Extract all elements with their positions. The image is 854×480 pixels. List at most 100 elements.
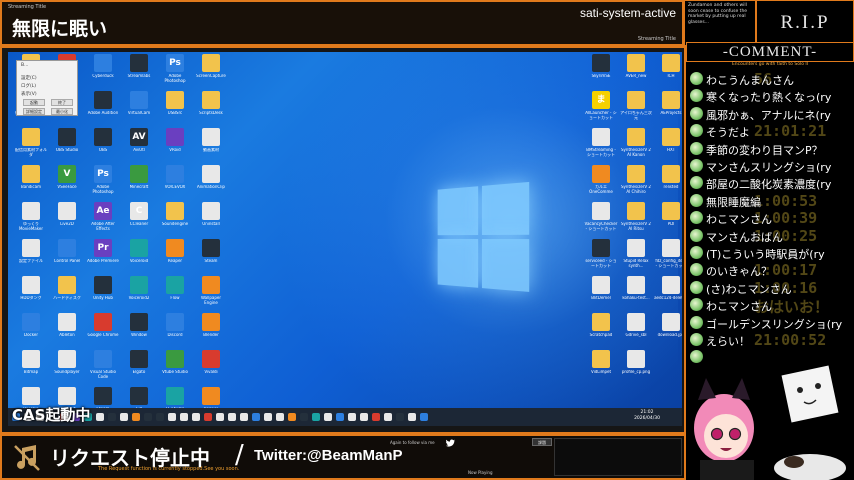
desktop-icon[interactable]: ハードディスク bbox=[50, 276, 84, 312]
desktop-icon[interactable]: アイロちゃん三次元 bbox=[619, 91, 653, 127]
desktop-icon[interactable]: Ableton bbox=[50, 313, 84, 349]
desktop-icon[interactable]: Blender bbox=[194, 313, 228, 349]
desktop-icon[interactable]: Ae Adobe After Effects bbox=[86, 202, 120, 238]
desktop-icon[interactable]: Visual Studio Code bbox=[86, 350, 120, 386]
desktop-icon[interactable]: Minecraft bbox=[122, 165, 156, 201]
desktop-icon[interactable]: ScreenCapture bbox=[194, 54, 228, 90]
dialog-row-1[interactable]: 設定(C) bbox=[21, 75, 37, 81]
taskbar-app-icon[interactable] bbox=[156, 413, 164, 421]
desktop-icon[interactable]: Adobe Audition bbox=[86, 91, 120, 127]
desktop-icon[interactable]: SynthesizerV 2 AI Kanon bbox=[619, 128, 653, 164]
desktop-icon[interactable]: AVER_new bbox=[619, 54, 653, 90]
desktop-icon[interactable]: Pr Adobe Premiere bbox=[86, 239, 120, 275]
desktop-icon[interactable]: HDDタンク bbox=[14, 276, 48, 312]
taskbar-app-icon[interactable] bbox=[240, 413, 248, 421]
desktop-icon[interactable]: fdz_config_item - ショートカット bbox=[654, 239, 682, 275]
desktop-icon[interactable]: BMStreaming - ショートカット bbox=[584, 128, 618, 164]
taskbar-app-icon[interactable] bbox=[336, 413, 344, 421]
desktop-icon[interactable]: VRoid bbox=[158, 128, 192, 164]
taskbar-app-icon[interactable] bbox=[420, 413, 428, 421]
desktop-icon[interactable]: C CCleaner bbox=[122, 202, 156, 238]
desktop-icon[interactable]: Window bbox=[122, 313, 156, 349]
taskbar-app-icon[interactable] bbox=[264, 413, 272, 421]
taskbar-app-icon[interactable] bbox=[168, 413, 176, 421]
desktop-icon[interactable]: ICH bbox=[654, 54, 682, 90]
taskbar-app-icon[interactable] bbox=[132, 413, 140, 421]
dialog-start-button[interactable]: 起動 bbox=[23, 99, 45, 106]
dialog-minimize-button[interactable]: 最小化 bbox=[51, 108, 73, 115]
desktop-icon[interactable]: Reaper bbox=[158, 239, 192, 275]
desktop-icon[interactable]: aedc124-deleted bbox=[654, 276, 682, 312]
desktop-icon[interactable]: VacancyChecker - ショートカット bbox=[584, 202, 618, 238]
dialog-row-2[interactable]: ログ(L) bbox=[21, 83, 36, 89]
desktop-icon[interactable]: kohaku-test... bbox=[619, 276, 653, 312]
desktop-icon[interactable]: 動画素材 bbox=[194, 128, 228, 164]
desktop-icon[interactable]: Discord bbox=[158, 313, 192, 349]
desktop-icon[interactable]: Control Panel bbox=[50, 239, 84, 275]
taskbar-app-icon[interactable] bbox=[384, 413, 392, 421]
desktop-icon[interactable]: serviceed - ショートカット bbox=[584, 239, 618, 275]
desktop-icon[interactable]: AnimationClip bbox=[194, 165, 228, 201]
taskbar-app-icon[interactable] bbox=[120, 413, 128, 421]
taskbar-app-icon[interactable] bbox=[348, 413, 356, 421]
desktop-icon[interactable]: VOICEVOX bbox=[158, 165, 192, 201]
desktop-icon[interactable]: Google Chrome bbox=[86, 313, 120, 349]
desktop-icon[interactable]: Wallpaper Engine bbox=[194, 276, 228, 312]
taskbar-app-icon[interactable] bbox=[408, 413, 416, 421]
taskbar-app-icon[interactable] bbox=[312, 413, 320, 421]
desktop-icon[interactable]: Steam bbox=[194, 239, 228, 275]
desktop-icon[interactable]: Stupid Relax synth... bbox=[619, 239, 653, 275]
taskbar-app-icon[interactable] bbox=[360, 413, 368, 421]
desktop-icon[interactable]: ゆっくりMovieMaker bbox=[14, 202, 48, 238]
desktop-icon[interactable]: relisted bbox=[654, 165, 682, 201]
desktop-icon[interactable]: Unity Hub bbox=[86, 276, 120, 312]
desktop-icon[interactable]: profile_cp.png bbox=[619, 350, 653, 386]
desktop-icon[interactable]: Live2D bbox=[50, 202, 84, 238]
desktop-icon[interactable]: Voiceroid2 bbox=[122, 276, 156, 312]
desktop-icon[interactable]: SkyrimSE bbox=[584, 54, 618, 90]
taskbar-app-icon[interactable] bbox=[288, 413, 296, 421]
desktop-icon[interactable]: 設定ファイル bbox=[14, 239, 48, 275]
desktop-icon[interactable]: ScriptsDesk bbox=[194, 91, 228, 127]
desktop-icon[interactable]: SynthesizerV 2 AI Chihiro bbox=[619, 165, 653, 201]
taskbar-clock[interactable]: 21:02 2026/04/30 bbox=[634, 410, 660, 422]
desktop-icon[interactable]: Ps Adobe Photoshop bbox=[158, 54, 192, 90]
dialog-settings-button[interactable]: 詳細設定 bbox=[23, 108, 45, 115]
desktop-icon[interactable]: Streamlabs bbox=[122, 54, 156, 90]
desktop-icon[interactable]: BlitDemel bbox=[584, 276, 618, 312]
small-dialog-window[interactable]: B... 設定(C) ログ(L) 表示(V) 起動 終了 詳細設定 最小化 bbox=[16, 60, 78, 116]
desktop-icon[interactable]: Elgato bbox=[122, 350, 156, 386]
desktop-icon[interactable]: Uninstall bbox=[194, 202, 228, 238]
desktop-icon[interactable]: Bitmap bbox=[14, 350, 48, 386]
desktop-icon[interactable]: Docker bbox=[14, 313, 48, 349]
desktop-icon[interactable]: Voiceroid bbox=[122, 239, 156, 275]
taskbar-app-icon[interactable] bbox=[252, 413, 260, 421]
taskbar-app-icon[interactable] bbox=[372, 413, 380, 421]
taskbar-app-icon[interactable] bbox=[228, 413, 236, 421]
desktop-icon[interactable]: PDI bbox=[654, 202, 682, 238]
desktop-icon[interactable]: Soundengine bbox=[158, 202, 192, 238]
desktop-icon[interactable]: Gdrive_sbl bbox=[619, 313, 653, 349]
desktop-icon[interactable]: カルエ OneComme bbox=[584, 165, 618, 201]
desktop-icon[interactable]: SynthesizerV 2 AI Ritsu bbox=[619, 202, 653, 238]
desktop-icon[interactable]: Cyberduck bbox=[86, 54, 120, 90]
desktop-icon[interactable]: Vtube Studio bbox=[158, 350, 192, 386]
desktop-icon[interactable]: download.jpg bbox=[654, 313, 682, 349]
taskbar-app-icon[interactable] bbox=[108, 413, 116, 421]
taskbar-app-icon[interactable] bbox=[144, 413, 152, 421]
taskbar-app-icon[interactable] bbox=[180, 413, 188, 421]
taskbar-app-icon[interactable] bbox=[396, 413, 404, 421]
desktop-icon[interactable]: Flow bbox=[158, 276, 192, 312]
taskbar-app-icon[interactable] bbox=[96, 413, 104, 421]
desktop-icon[interactable]: VidLimpet bbox=[584, 350, 618, 386]
desktop-icon[interactable]: Scratchpad bbox=[584, 313, 618, 349]
taskbar-app-icon[interactable] bbox=[192, 413, 200, 421]
desktop-icon[interactable]: 配信用素材フォルダ bbox=[14, 128, 48, 164]
desktop-icon[interactable]: V VSeeFace bbox=[50, 165, 84, 201]
desktop-icon[interactable]: USBSrc bbox=[158, 91, 192, 127]
desktop-icon[interactable]: Soundplayer bbox=[50, 350, 84, 386]
desktop-icon[interactable]: Ps Adobe Photoshop bbox=[86, 165, 120, 201]
taskbar-app-icon[interactable] bbox=[300, 413, 308, 421]
dialog-stop-button[interactable]: 終了 bbox=[51, 99, 73, 106]
desktop-icon[interactable]: OBS bbox=[86, 128, 120, 164]
